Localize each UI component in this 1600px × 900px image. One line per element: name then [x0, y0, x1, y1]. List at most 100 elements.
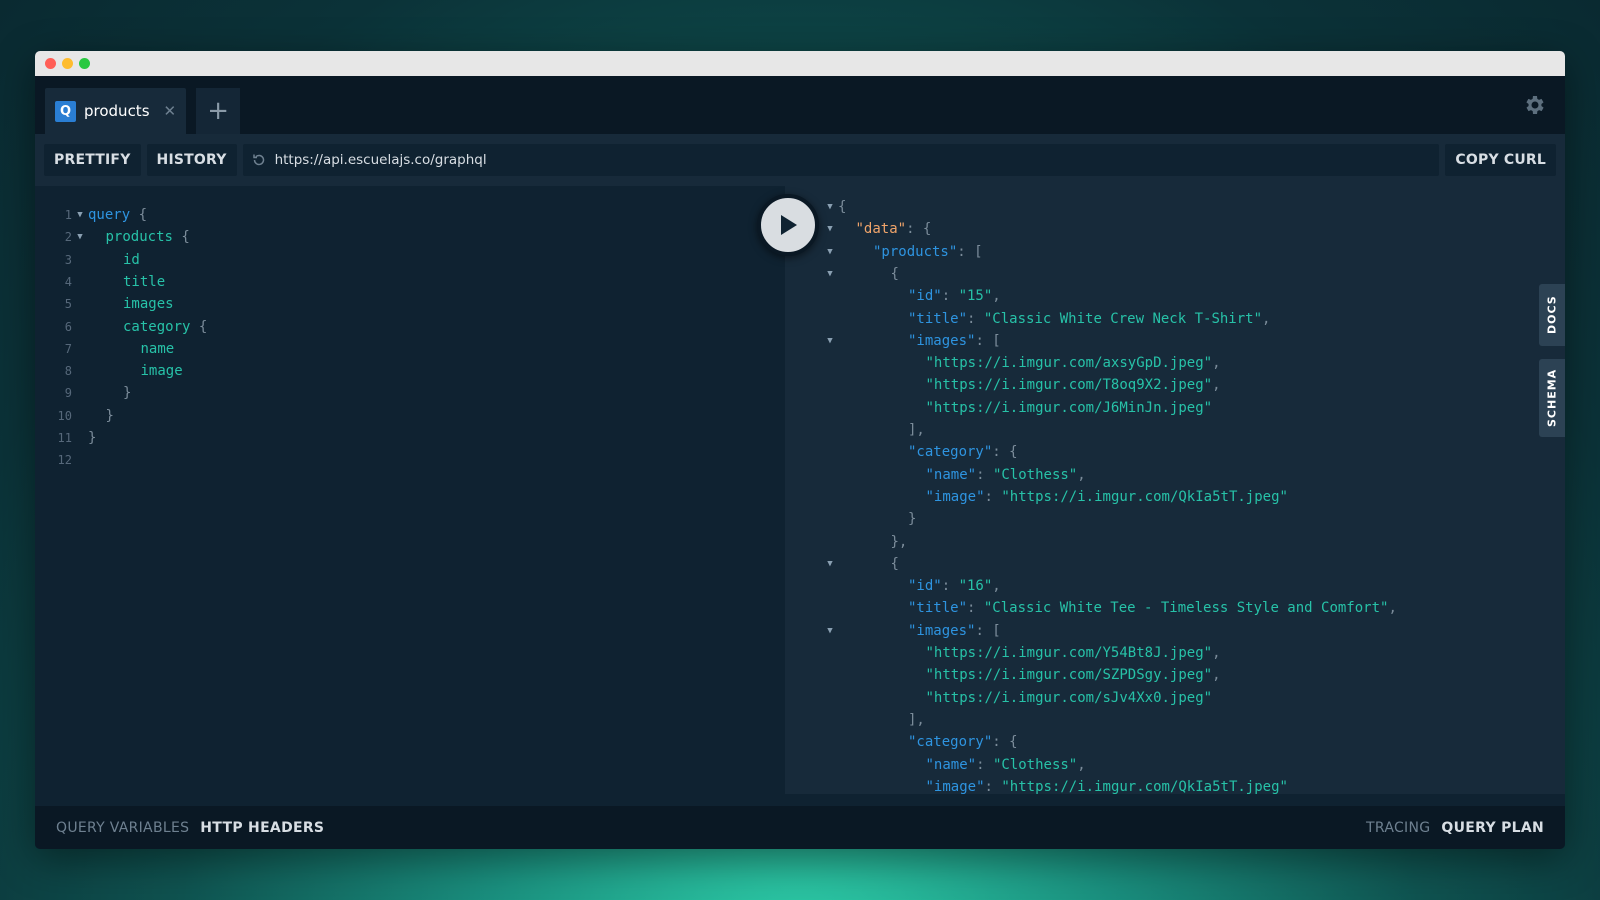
- result-line: ▼ "images": [: [822, 620, 1000, 642]
- endpoint-url-input[interactable]: https://api.escuelajs.co/graphql: [242, 144, 1440, 176]
- fold-arrow-icon[interactable]: ▼: [822, 336, 838, 346]
- code-token: : {: [992, 444, 1018, 461]
- code-token: category: [123, 318, 191, 335]
- result-line: "title": "Classic White Tee - Timeless S…: [822, 597, 1397, 619]
- fold-arrow-icon[interactable]: ▼: [822, 202, 838, 212]
- code-text: "https://i.imgur.com/T8oq9X2.jpeg",: [838, 377, 1221, 393]
- code-text: "https://i.imgur.com/sJv4Xx0.jpeg": [838, 690, 1213, 706]
- fold-arrow-icon[interactable]: ▼: [822, 269, 838, 279]
- editor-line: 2 ▼ products {: [47, 226, 190, 248]
- result-line: "name": "Clothess",: [822, 464, 1086, 486]
- maximize-window-button[interactable]: [79, 58, 90, 69]
- code-token: "15": [958, 288, 993, 305]
- history-button[interactable]: HISTORY: [146, 144, 237, 176]
- code-token: {: [890, 265, 899, 282]
- code-token: "Clothess": [992, 756, 1078, 773]
- code-token: ,: [992, 578, 1001, 595]
- code-text: "category": {: [838, 444, 1018, 460]
- code-token: image: [140, 363, 183, 380]
- run-query-button[interactable]: [757, 194, 819, 256]
- code-text: "https://i.imgur.com/J6MinJn.jpeg": [838, 400, 1213, 416]
- editor-line: 4 title: [47, 271, 165, 293]
- code-text: }: [88, 408, 114, 424]
- query-editor[interactable]: 1 ▼ query {2 ▼ products {3 id 4 title 5 images 6 ca…: [35, 186, 785, 794]
- code-text: "image": "https://i.imgur.com/QkIa5tT.jp…: [838, 489, 1288, 505]
- editor-line: 8 image: [47, 360, 183, 382]
- fold-arrow-icon[interactable]: ▼: [822, 626, 838, 636]
- code-text: "title": "Classic White Crew Neck T-Shir…: [838, 311, 1270, 327]
- code-token: {: [190, 318, 208, 335]
- editor-line: 6 category {: [47, 316, 208, 338]
- code-token: : {: [906, 221, 932, 238]
- code-text: "category": {: [838, 734, 1018, 750]
- tab-products[interactable]: Q products ✕: [45, 88, 187, 134]
- query-plan-tab[interactable]: QUERY PLAN: [1441, 820, 1544, 836]
- code-text: "https://i.imgur.com/Y54Bt8J.jpeg",: [838, 645, 1221, 661]
- code-text: title: [88, 274, 165, 290]
- line-number: 9: [64, 386, 72, 401]
- code-token: "https://i.imgur.com/axsyGpD.jpeg": [925, 355, 1213, 372]
- editor-line: 12: [47, 449, 88, 471]
- code-token: }: [105, 407, 114, 424]
- line-number: 3: [64, 252, 72, 267]
- fold-arrow-icon[interactable]: ▼: [822, 247, 838, 257]
- line-number: 7: [64, 341, 72, 356]
- copy-curl-button[interactable]: COPY CURL: [1445, 144, 1556, 176]
- close-tab-icon[interactable]: ✕: [164, 102, 177, 120]
- result-line: "https://i.imgur.com/J6MinJn.jpeg": [822, 397, 1213, 419]
- gear-icon[interactable]: [1523, 93, 1547, 117]
- tab-label: products: [84, 102, 150, 120]
- code-token: ,: [1388, 600, 1397, 617]
- docs-tab[interactable]: DOCS: [1539, 284, 1565, 346]
- editor-line: 9}: [47, 382, 132, 404]
- code-token: "id": [908, 288, 942, 305]
- tracing-tab[interactable]: TRACING: [1366, 820, 1430, 836]
- result-line: },: [822, 531, 908, 553]
- code-token: "https://i.imgur.com/SZPDSgy.jpeg": [925, 667, 1213, 684]
- code-text: "name": "Clothess",: [838, 757, 1086, 773]
- code-token: "https://i.imgur.com/QkIa5tT.jpeg": [1001, 778, 1288, 794]
- query-variables-tab[interactable]: QUERY VARIABLES: [56, 820, 189, 836]
- code-token: ,: [1212, 377, 1221, 394]
- code-token: {: [838, 199, 847, 215]
- code-token: title: [123, 273, 166, 290]
- code-token: "16": [958, 578, 993, 595]
- code-token: ,: [1262, 310, 1271, 327]
- code-token: ],: [908, 422, 925, 438]
- refresh-icon[interactable]: [251, 152, 267, 168]
- result-line: ▼ "data": {: [822, 218, 931, 240]
- code-token: "products": [873, 243, 958, 260]
- fold-arrow-icon[interactable]: ▼: [822, 224, 838, 234]
- code-text: ],: [838, 712, 925, 728]
- line-number: 11: [57, 431, 72, 445]
- result-line: ],: [822, 419, 925, 441]
- editor-line: 10}: [47, 405, 114, 427]
- code-token: "data": [855, 221, 907, 238]
- fold-arrow-icon[interactable]: ▼: [72, 210, 88, 220]
- result-line: ▼ "products": [: [822, 241, 982, 263]
- result-viewer: DOCS SCHEMA ▼{▼ "data": {▼ "products": [▼{…: [785, 186, 1565, 794]
- fold-arrow-icon[interactable]: ▼: [822, 559, 838, 569]
- result-line: "category": {: [822, 731, 1018, 753]
- code-token: images: [123, 296, 174, 313]
- schema-tab[interactable]: SCHEMA: [1539, 359, 1565, 437]
- code-token: ],: [908, 711, 925, 728]
- result-line: "category": {: [822, 441, 1018, 463]
- code-token: }: [908, 511, 917, 528]
- window-titlebar: [35, 51, 1565, 76]
- http-headers-tab[interactable]: HTTP HEADERS: [200, 820, 324, 836]
- code-text: }: [88, 430, 96, 446]
- close-window-button[interactable]: [45, 58, 56, 69]
- tab-bar: Q products ✕ +: [35, 76, 1565, 134]
- prettify-button[interactable]: PRETTIFY: [44, 144, 141, 176]
- code-text: "name": "Clothess",: [838, 467, 1086, 483]
- result-line: "https://i.imgur.com/Y54Bt8J.jpeg",: [822, 642, 1221, 664]
- code-token: "images": [908, 622, 976, 639]
- code-token: query: [88, 207, 131, 223]
- fold-arrow-icon[interactable]: ▼: [72, 232, 88, 242]
- minimize-window-button[interactable]: [62, 58, 73, 69]
- add-tab-button[interactable]: +: [196, 88, 241, 134]
- line-number: 8: [64, 364, 72, 379]
- result-line: }: [822, 508, 916, 530]
- code-token: },: [890, 533, 908, 550]
